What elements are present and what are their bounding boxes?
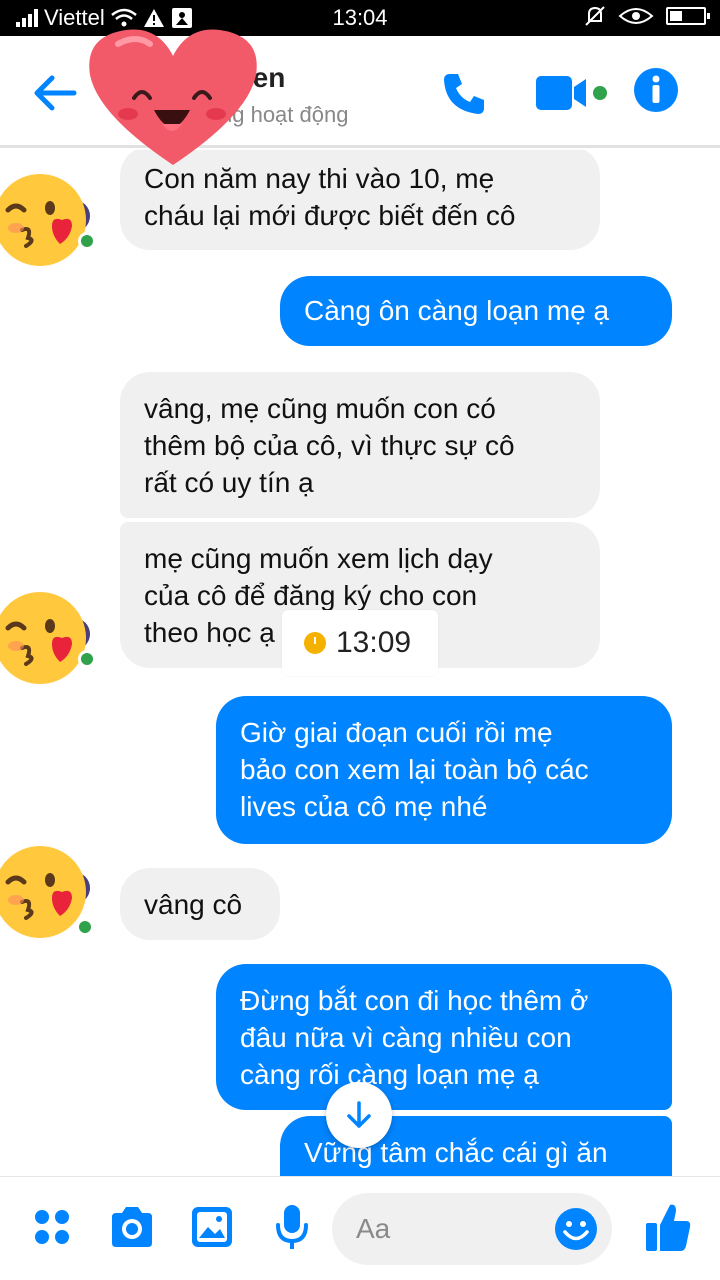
timestamp-text: 13:09 (336, 626, 412, 659)
scroll-to-bottom-button[interactable] (326, 1082, 392, 1148)
microphone-icon[interactable] (274, 1203, 310, 1253)
message-text-line: thêm bộ của cô, vì thực sự cô (144, 430, 515, 461)
thumbs-up-icon[interactable] (644, 1201, 692, 1253)
mute-bell-icon (585, 6, 605, 26)
video-camera-icon[interactable] (534, 70, 614, 118)
arrow-down-icon (347, 1101, 371, 1128)
battery-icon (666, 7, 710, 25)
online-status-dot (78, 232, 96, 250)
message-bubble-outgoing[interactable]: Đừng bắt con đi học thêm ở đâu nữa vì cà… (216, 964, 672, 1110)
status-right (584, 5, 710, 27)
phone-icon[interactable] (440, 70, 488, 118)
image-icon[interactable] (190, 1205, 234, 1249)
emoji-icon[interactable] (554, 1207, 598, 1251)
message-text-line: lives của cô mẹ nhé (240, 791, 488, 822)
back-arrow-icon[interactable] (30, 68, 80, 118)
message-text-line: rất có uy tín ạ (144, 467, 314, 498)
message-text-line: Càng ôn càng loạn mẹ ạ (304, 295, 610, 326)
message-list[interactable]: Con năm nay thi vào 10, mẹ cháu lại mới … (0, 150, 720, 1176)
message-bubble-outgoing[interactable]: Giờ giai đoạn cuối rồi mẹ bảo con xem lạ… (216, 696, 672, 844)
message-input[interactable]: Aa (332, 1193, 612, 1265)
camera-icon[interactable] (108, 1205, 156, 1249)
message-bubble-incoming[interactable]: vâng, mẹ cũng muốn con có thêm bộ của cô… (120, 372, 600, 518)
timestamp-overlay: 13:09 (282, 610, 438, 676)
message-text-line: đâu nữa vì càng nhiều con (240, 1022, 572, 1053)
message-text-line: mẹ cũng muốn xem lịch dạy (144, 543, 493, 574)
message-input-placeholder: Aa (356, 1213, 391, 1244)
message-text-line: Đừng bắt con đi học thêm ở (240, 985, 589, 1016)
message-text-line: của cô để đăng ký cho con (144, 580, 478, 611)
kiss-emoji-avatar[interactable] (0, 586, 92, 686)
message-text-line: vâng, mẹ cũng muốn con có (144, 393, 496, 424)
message-text-line: cháu lại mới được biết đến cô (144, 200, 516, 231)
message-text-line: bảo con xem lại toàn bộ các (240, 754, 589, 785)
online-status-dot (76, 918, 94, 936)
info-icon[interactable] (632, 66, 680, 114)
online-status-dot (78, 650, 96, 668)
message-bubble-outgoing[interactable]: Càng ôn càng loạn mẹ ạ (280, 276, 672, 346)
heart-sticker (89, 29, 257, 165)
message-text-line: càng rối càng loạn mẹ ạ (240, 1059, 539, 1090)
eye-icon (618, 8, 654, 24)
message-text-line: Giờ giai đoạn cuối rồi mẹ (240, 717, 553, 748)
message-bubble-incoming[interactable]: vâng cô (120, 868, 280, 940)
apps-grid-icon[interactable] (32, 1207, 72, 1247)
clock-icon (304, 632, 326, 654)
message-text-line: vâng cô (144, 889, 243, 920)
kiss-emoji-avatar[interactable] (0, 168, 92, 268)
composer-bar: Aa (0, 1176, 720, 1280)
